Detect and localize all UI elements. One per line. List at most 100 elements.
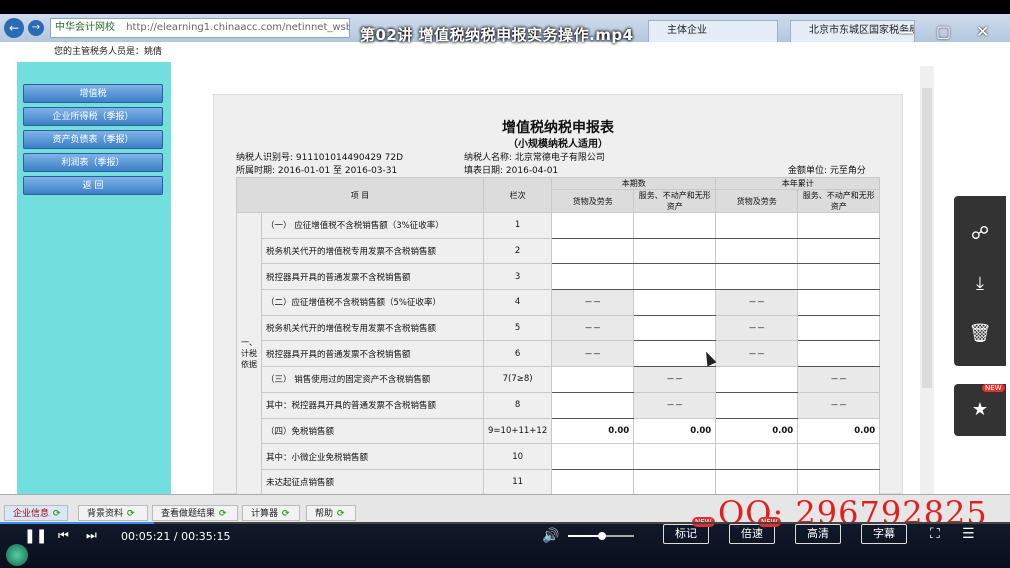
table-row: 税务机关代开的增值税专用发票不含税销售额 2 bbox=[237, 237, 881, 265]
volume-slider[interactable] bbox=[568, 532, 634, 540]
prev-icon[interactable]: ⏮ bbox=[58, 528, 69, 543]
back-icon[interactable]: ← bbox=[4, 18, 24, 38]
amount-input[interactable] bbox=[551, 237, 635, 265]
amount-input[interactable] bbox=[551, 366, 635, 393]
url-text: http://elearning1.chinaacc.com/netinnet_… bbox=[126, 22, 350, 33]
table-row: 未达起征点销售额 11 bbox=[237, 468, 881, 496]
quality-button[interactable]: 高清 bbox=[795, 524, 841, 544]
form-title: 增值税纳税申报表 bbox=[502, 120, 614, 136]
row-number: 7(7≥8) bbox=[482, 366, 553, 393]
amount-input[interactable] bbox=[797, 468, 881, 496]
disabled-cell: －－ bbox=[715, 289, 799, 316]
mark-button[interactable]: 标记NEW bbox=[663, 517, 715, 544]
row-label: 其中：税控器具开具的普通发票不含税销售额 bbox=[261, 391, 484, 419]
video-time: 00:05:21 / 00:35:15 bbox=[121, 530, 231, 543]
progress-track[interactable] bbox=[0, 522, 1010, 524]
amount-input[interactable] bbox=[633, 314, 717, 342]
table-row: （二）应征增值税不含税销售额（5%征收率） 4 －－ －－ bbox=[237, 289, 881, 316]
row-label: （三） 销售使用过的固定资产不含税销售额 bbox=[261, 366, 484, 393]
amount-input[interactable] bbox=[551, 391, 635, 419]
video-title: 第02讲 增值税纳税申报实务操作.mp4 bbox=[360, 26, 634, 44]
amount-input[interactable] bbox=[797, 263, 881, 291]
tab-calculator[interactable]: 计算器 ⟳ bbox=[242, 505, 300, 521]
header-item: 项 目 bbox=[236, 177, 484, 213]
amount-input[interactable] bbox=[797, 340, 881, 368]
amount-input[interactable] bbox=[715, 237, 799, 265]
amount-input[interactable] bbox=[797, 289, 881, 316]
subtitle-button[interactable]: 字幕 bbox=[861, 524, 907, 544]
tab-view-results[interactable]: 查看做题结果 ⟳ bbox=[152, 505, 238, 521]
trash-icon[interactable]: 🗑 bbox=[968, 322, 992, 346]
row-number: 4 bbox=[482, 289, 553, 316]
video-control-bar: ❚❚ ⏮ ⏭ 00:05:21 / 00:35:15 🔊 标记NEW 倍速NEW… bbox=[0, 517, 1010, 568]
scroll-thumb[interactable] bbox=[922, 88, 932, 388]
sidebar-item-return[interactable]: 返 回 bbox=[23, 176, 163, 195]
tab-company-info[interactable]: 企业信息 ⟳ bbox=[4, 505, 68, 521]
disabled-cell: －－ bbox=[551, 340, 635, 368]
address-bar[interactable]: 中华会计网校 http://elearning1.chinaacc.com/ne… bbox=[50, 18, 350, 38]
filing-date: 填表日期: 2016-04-01 bbox=[464, 166, 559, 176]
row-label: 税控器具开具的普通发票不含税销售额 bbox=[261, 263, 484, 291]
row-number: 10 bbox=[482, 443, 553, 470]
tab-tax-bureau[interactable]: 北京市东城区国家税务局 bbox=[790, 20, 915, 42]
amount-input[interactable] bbox=[797, 314, 881, 342]
amount-input[interactable] bbox=[551, 263, 635, 291]
amount-input[interactable] bbox=[797, 237, 881, 265]
amount-input[interactable] bbox=[633, 237, 717, 265]
download-icon[interactable]: ⤓ bbox=[968, 272, 992, 296]
pause-icon[interactable]: ❚❚ bbox=[24, 528, 47, 544]
sidebar-item-income-tax[interactable]: 企业所得税（季报） bbox=[23, 107, 163, 126]
tab-background[interactable]: 背景资料 ⟳ bbox=[78, 505, 148, 521]
disabled-cell: －－ bbox=[551, 289, 635, 316]
amount-input[interactable] bbox=[715, 212, 799, 239]
playlist-icon[interactable]: ☰ bbox=[962, 526, 975, 542]
amount-input[interactable] bbox=[633, 263, 717, 291]
form-subtitle: （小规模纳税人适用） bbox=[508, 139, 608, 150]
tab-help[interactable]: 帮助 ⟳ bbox=[306, 505, 356, 521]
amount-input[interactable] bbox=[715, 366, 799, 393]
windows-start-icon[interactable] bbox=[6, 544, 28, 566]
fullscreen-icon[interactable]: ⛶ bbox=[930, 526, 940, 542]
maximize-icon[interactable]: ▢ bbox=[936, 22, 951, 41]
amount-input[interactable] bbox=[633, 212, 717, 239]
sidebar-item-vat[interactable]: 增值税 bbox=[23, 84, 163, 103]
amount-input[interactable] bbox=[715, 391, 799, 419]
tab-main-enterprise[interactable]: 主体企业 bbox=[648, 20, 778, 42]
vertical-scrollbar[interactable] bbox=[920, 66, 934, 494]
refresh-icon: ⟳ bbox=[127, 509, 135, 519]
pin-panel: NEW ★ bbox=[954, 384, 1006, 436]
sidebar-item-balance-sheet[interactable]: 资产负债表（季报） bbox=[23, 130, 163, 149]
vat-table: 项 目 栏次 本期数 本年累计 货物及劳务 服务、不动产和无形资产 货物及劳务 … bbox=[236, 177, 881, 496]
amount-input[interactable] bbox=[797, 212, 881, 239]
sidebar-item-income-statement[interactable]: 利润表（季报） bbox=[23, 153, 163, 172]
amount-input[interactable] bbox=[797, 443, 881, 470]
minimize-icon[interactable]: — bbox=[898, 22, 914, 41]
amount-input[interactable] bbox=[551, 443, 635, 470]
disabled-cell: －－ bbox=[715, 340, 799, 368]
close-icon[interactable]: ✕ bbox=[976, 22, 989, 41]
table-row: 其中：税控器具开具的普通发票不含税销售额 8 －－ －－ bbox=[237, 391, 881, 419]
amount-input[interactable] bbox=[551, 468, 635, 496]
amount-input[interactable] bbox=[633, 289, 717, 316]
refresh-icon: ⟳ bbox=[337, 509, 345, 519]
amount-input[interactable] bbox=[633, 443, 717, 470]
share-icon[interactable]: ☍ bbox=[968, 222, 992, 246]
disabled-cell: －－ bbox=[797, 391, 881, 419]
amount-input[interactable] bbox=[633, 468, 717, 496]
pin-icon[interactable]: ★ bbox=[968, 398, 992, 422]
volume-icon[interactable]: 🔊 bbox=[542, 528, 559, 544]
amount-input[interactable] bbox=[715, 443, 799, 470]
amount-input[interactable] bbox=[715, 468, 799, 496]
forward-icon[interactable]: → bbox=[28, 20, 44, 36]
amount-input[interactable] bbox=[715, 263, 799, 291]
amount-input[interactable] bbox=[551, 212, 635, 239]
next-icon[interactable]: ⏭ bbox=[86, 528, 97, 543]
row-number: 9=10+11+12 bbox=[482, 417, 553, 445]
amount-value: 0.00 bbox=[715, 417, 799, 445]
row-number: 8 bbox=[482, 391, 553, 419]
volume-knob[interactable] bbox=[598, 532, 606, 540]
amount-value: 0.00 bbox=[551, 417, 635, 445]
site-tab-label: 中华会计网校 bbox=[55, 22, 115, 33]
row-label: 税控器具开具的普通发票不含税销售额 bbox=[261, 340, 484, 368]
speed-button[interactable]: 倍速NEW bbox=[729, 517, 781, 544]
